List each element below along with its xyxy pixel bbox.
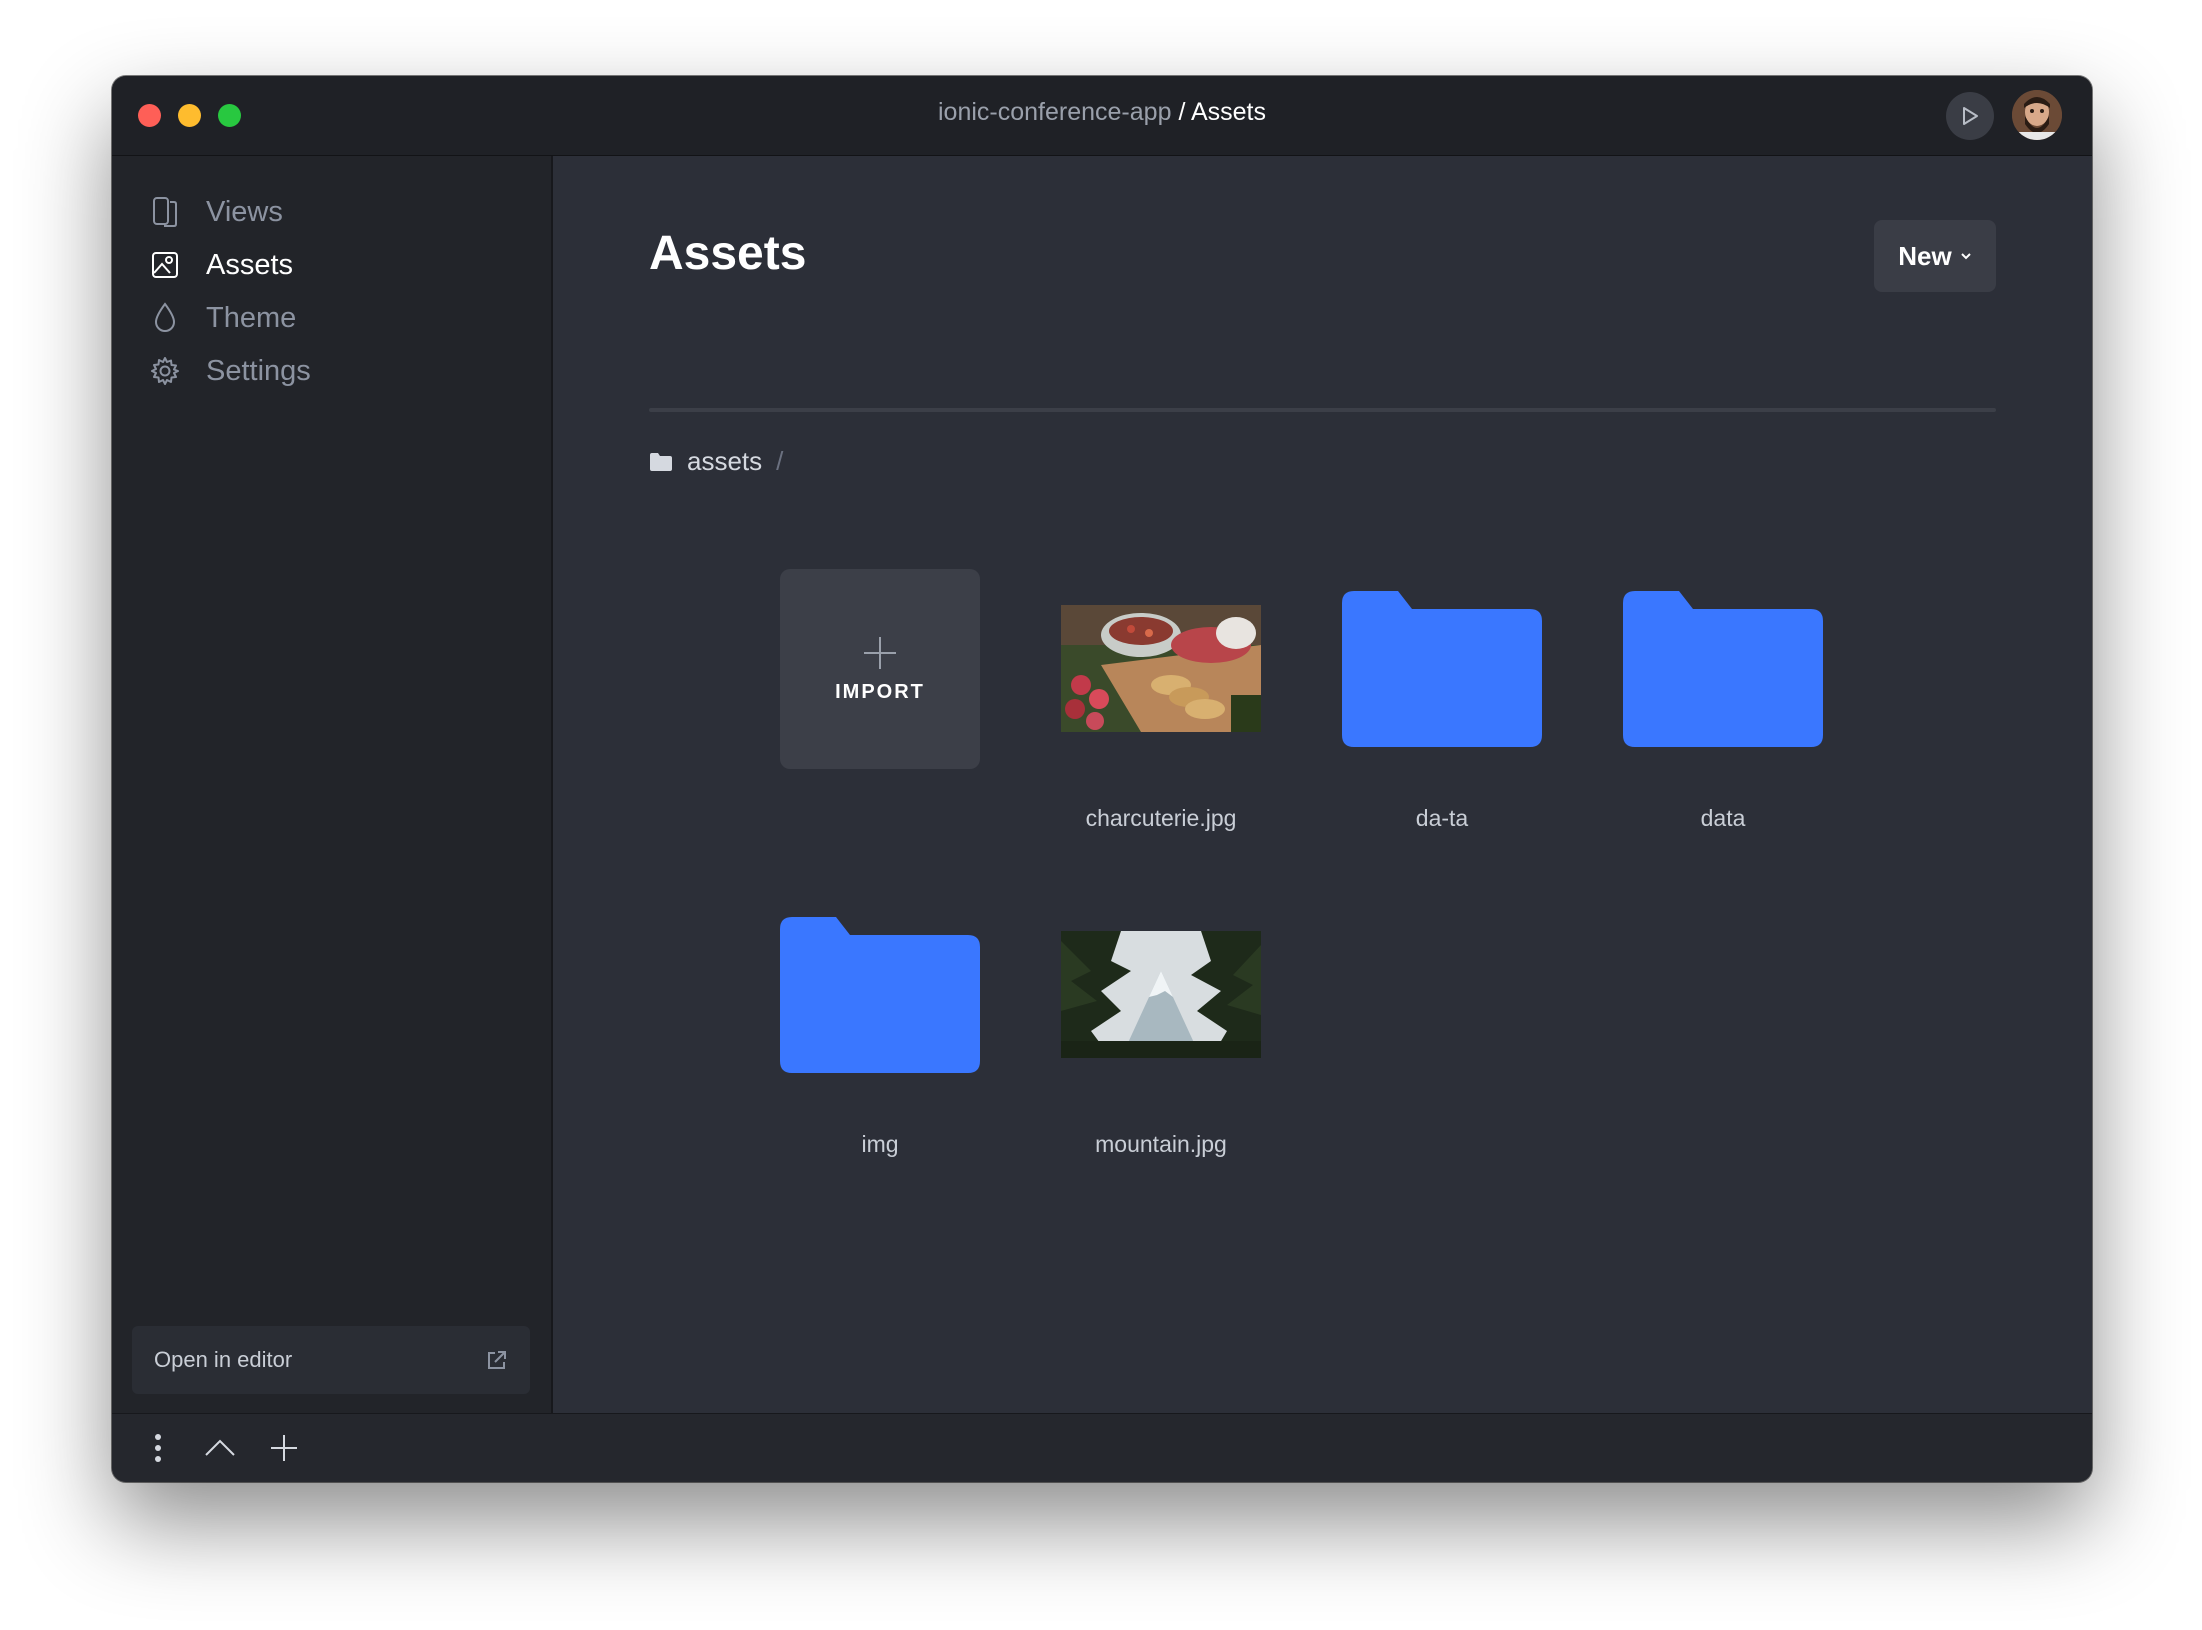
asset-name: mountain.jpg [1095,1131,1227,1157]
folder-icon [780,917,980,1073]
new-button-label: New [1898,240,1952,271]
user-avatar[interactable] [2012,90,2062,140]
title-bar: ionic-conference-app / Assets [112,76,2092,156]
folder-tile[interactable]: data [1623,569,1823,831]
image-icon [150,248,180,282]
window-title: ionic-conference-app / Assets [112,98,2092,127]
image-thumbnail [1061,569,1261,769]
play-icon [1963,107,1978,125]
asset-name: da-ta [1415,805,1469,831]
folder-thumbnail [780,895,980,1095]
add-button[interactable] [266,1430,302,1466]
bottom-toolbar [112,1413,2092,1482]
title-separator: / [1178,98,1186,126]
sidebar-item-settings[interactable]: Settings [150,348,311,394]
run-button[interactable] [1946,92,1994,140]
import-button[interactable]: IMPORT [780,569,980,769]
asset-name: charcuterie.jpg [1085,805,1237,831]
external-link-icon [486,1349,508,1371]
open-in-editor-button[interactable]: Open in editor [132,1326,530,1394]
chevron-up-icon [205,1439,235,1456]
sidebar-item-label: Settings [206,354,311,387]
sidebar-item-label: Views [206,195,283,228]
more-vertical-icon [155,1434,161,1462]
image-thumbnail [1061,895,1261,1095]
asset-name: data [1700,805,1746,831]
page-title: Assets [649,227,807,280]
breadcrumb-folder[interactable]: assets [687,446,762,477]
asset-name: img [861,1131,899,1157]
asset-tile[interactable]: mountain.jpg [1061,895,1261,1157]
mountain-image [1061,931,1261,1058]
breadcrumb-separator: / [776,446,784,476]
folder-tile[interactable]: da-ta [1342,569,1542,831]
import-tile[interactable]: IMPORT [780,569,980,769]
chevron-down-icon [1961,253,1971,260]
import-label: IMPORT [835,680,925,703]
project-name: ionic-conference-app [938,98,1172,126]
sidebar-item-label: Assets [206,248,294,281]
views-icon [150,195,180,229]
avatar-icon [2012,90,2062,140]
folder-icon [650,452,672,471]
sidebar-item-theme[interactable]: Theme [150,295,296,341]
folder-icon [1342,591,1542,747]
sidebar-item-label: Theme [206,301,297,334]
sidebar-item-assets[interactable]: Assets [150,242,293,288]
asset-tile[interactable]: charcuterie.jpg [1061,569,1261,831]
plus-icon [271,1435,297,1461]
sidebar-item-views[interactable]: Views [150,189,283,235]
folder-thumbnail [1623,569,1823,769]
folder-tile[interactable]: img [780,895,980,1157]
folder-icon [1623,591,1823,747]
open-in-editor-label: Open in editor [154,1347,293,1372]
plus-icon [864,636,896,669]
breadcrumb: assets / [649,446,783,477]
collapse-button[interactable] [202,1430,238,1466]
gear-icon [150,354,180,388]
charcuterie-image [1061,605,1261,732]
main-content: Assets New assets / IMPORT charcuterie.j… [553,156,2092,1414]
folder-thumbnail [1342,569,1542,769]
header-divider [649,408,1996,412]
new-button[interactable]: New [1874,220,1996,292]
sidebar: Views Assets Theme Settings Open in edit… [112,156,553,1414]
drop-icon [150,301,180,335]
more-options-button[interactable] [140,1430,176,1466]
app-window: ionic-conference-app / Assets Views Asse… [112,76,2092,1482]
current-section: Assets [1190,98,1266,126]
